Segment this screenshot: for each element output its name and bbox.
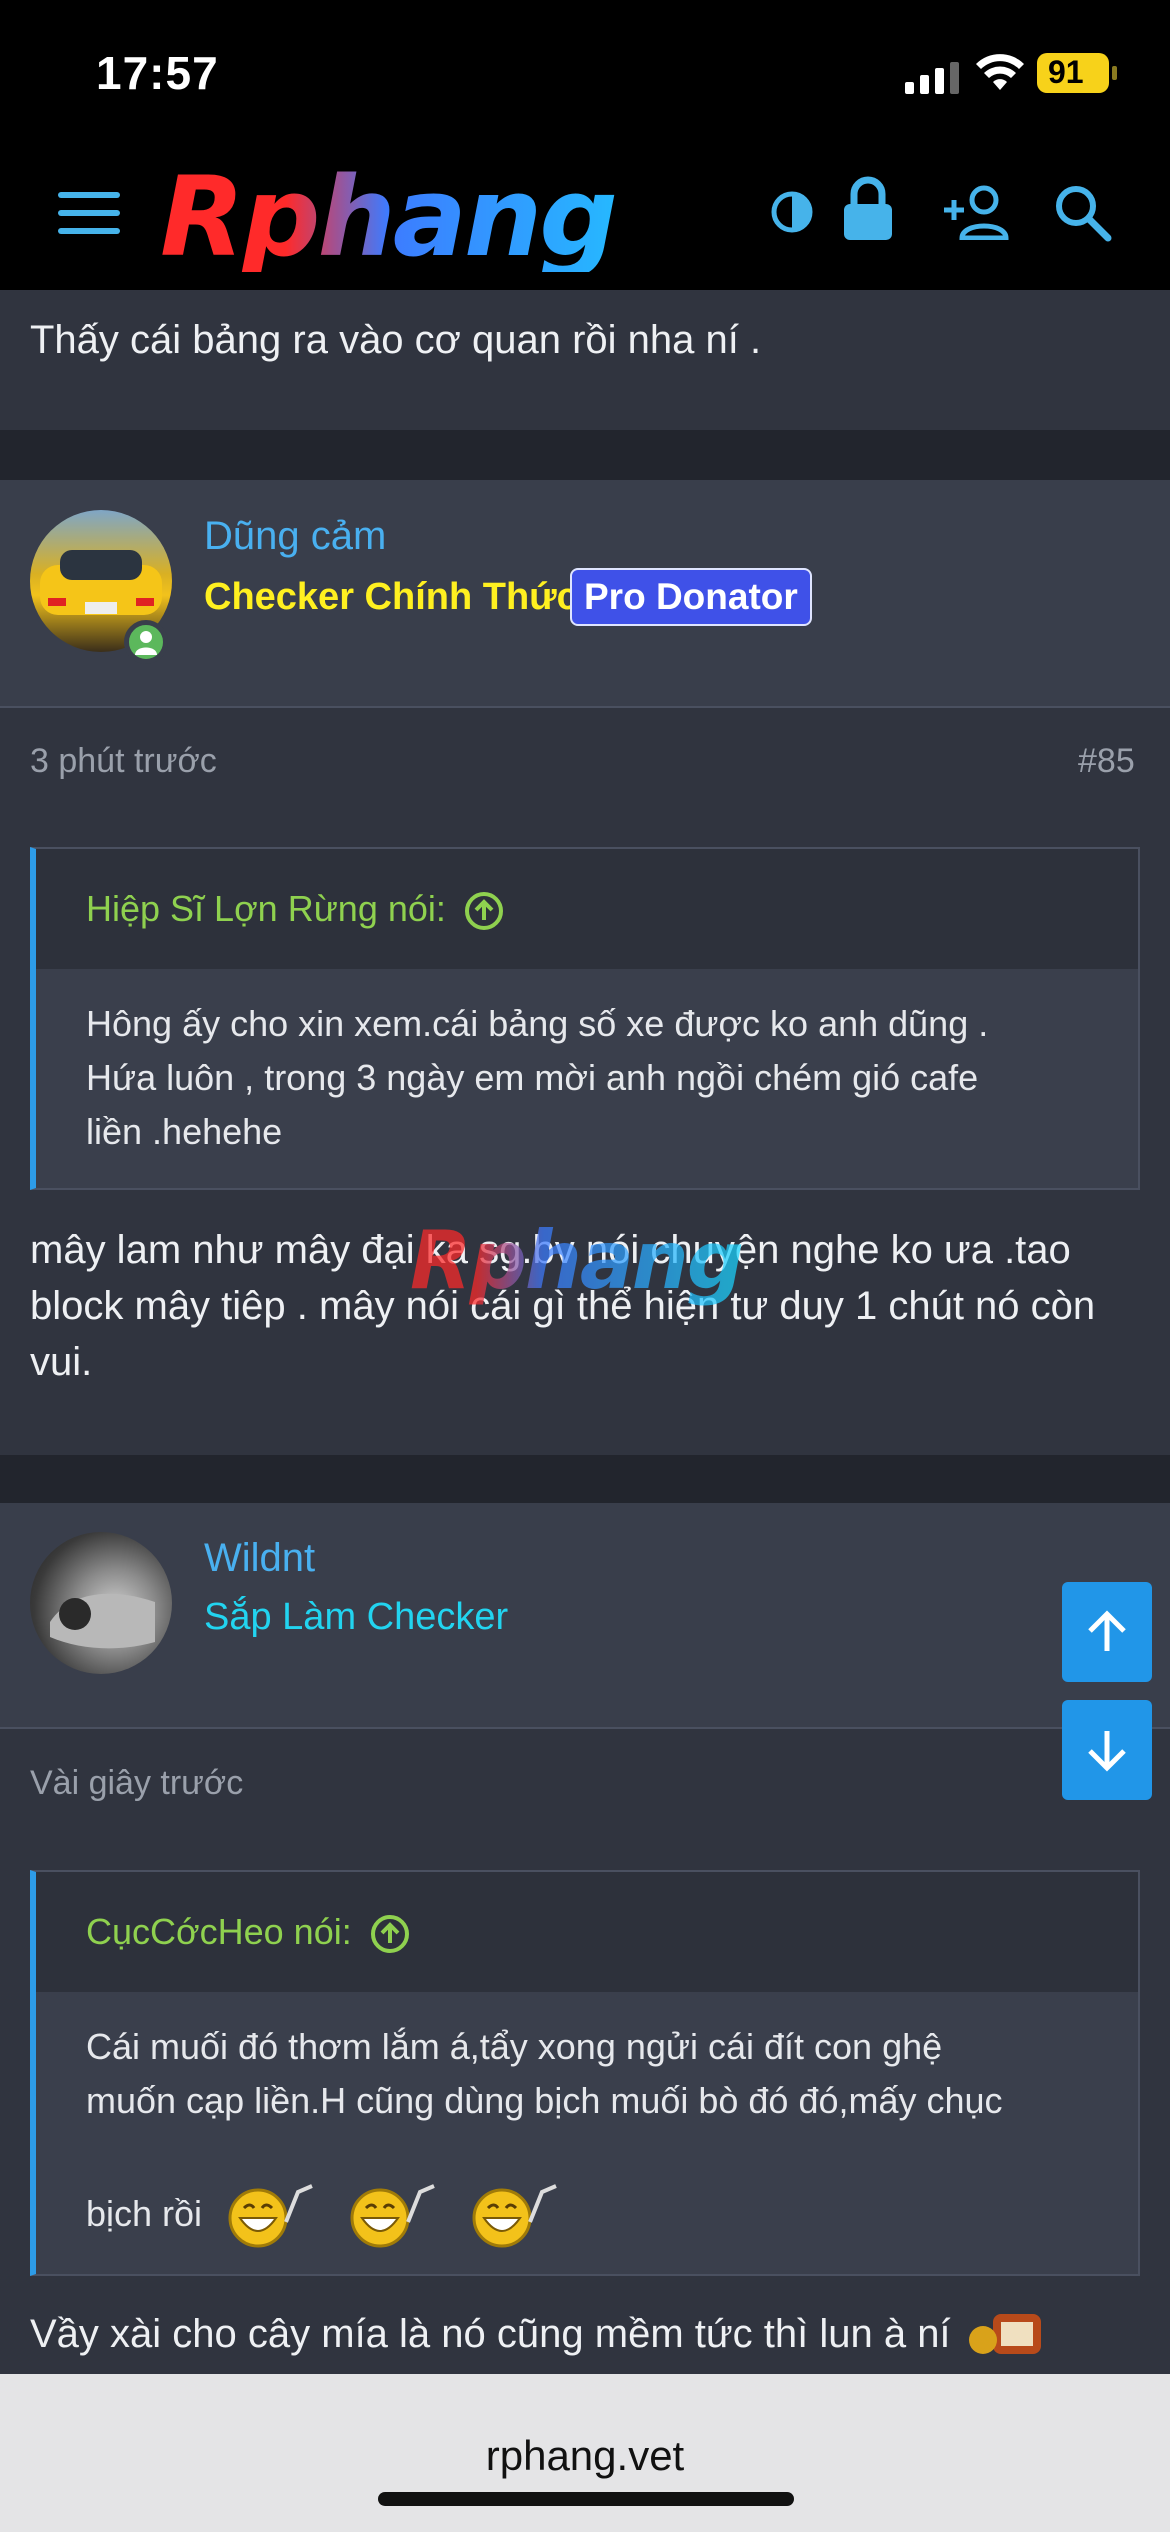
quote-header[interactable]: CụcCớcHeo nói: xyxy=(36,1872,1138,1992)
post-body-line: vui. xyxy=(30,1340,93,1384)
laughing-emoji-icon xyxy=(350,2184,435,2248)
post-user-header xyxy=(0,1503,1170,1729)
quote-line: bịch rồi xyxy=(86,2193,203,2234)
browser-address-bar[interactable]: rphang.vet xyxy=(0,2374,1170,2532)
user-badge: Pro Donator xyxy=(570,568,812,626)
site-header: Rphang xyxy=(0,140,1170,290)
sticker-emoji-icon xyxy=(968,2314,1041,2354)
cellular-signal-icon xyxy=(905,62,959,94)
post-time[interactable]: 3 phút trước xyxy=(30,742,217,781)
menu-button[interactable] xyxy=(58,192,120,238)
quote-block: Hiệp Sĩ Lợn Rừng nói: Hông ấy cho xin xe… xyxy=(30,847,1140,1190)
username[interactable]: Wildnt xyxy=(204,1536,315,1581)
arrow-up-icon xyxy=(1088,1610,1126,1651)
laughing-emoji-icon xyxy=(228,2184,313,2248)
post-body-line: Vầy xài cho cây mía là nó cũng mềm tức t… xyxy=(30,2312,951,2356)
quote-line: Cái muối đó thơm lắm á,tẩy xong ngửi cái… xyxy=(86,2026,943,2067)
post-time[interactable]: Vài giây trước xyxy=(30,1764,243,1803)
user-title: Sắp Làm Checker xyxy=(204,1596,509,1638)
home-indicator[interactable] xyxy=(378,2492,794,2506)
laughing-emoji-icon xyxy=(472,2184,557,2248)
quote-line: liền .hehehe xyxy=(86,1111,283,1152)
battery-level: 91 xyxy=(1048,54,1084,90)
user-title: Checker Chính Thức xyxy=(204,576,578,618)
online-status-icon xyxy=(124,620,168,664)
site-logo-text: Rphang xyxy=(160,162,730,272)
quote-line: Hứa luôn , trong 3 ngày em mời anh ngồi … xyxy=(86,1057,979,1098)
wifi-icon xyxy=(976,54,1024,90)
post-body: Vầy xài cho cây mía là nó cũng mềm tức t… xyxy=(30,2306,1140,2362)
status-time: 17:57 xyxy=(96,47,219,99)
status-bar: 17:57 91 xyxy=(0,0,1170,140)
scroll-to-bottom-button[interactable] xyxy=(1062,1700,1152,1800)
post-separator xyxy=(0,1455,1170,1503)
post-number[interactable]: #85 xyxy=(1078,742,1135,781)
quote-author[interactable]: CụcCớcHeo nói: xyxy=(86,1911,352,1952)
register-user-icon[interactable] xyxy=(942,184,1014,240)
quote-author[interactable]: Hiệp Sĩ Lợn Rừng nói: xyxy=(86,888,446,929)
username[interactable]: Dũng cảm xyxy=(204,514,386,559)
theme-toggle-icon[interactable] xyxy=(770,190,814,234)
quote-line-with-emoji: bịch rồi xyxy=(86,2174,1108,2254)
quote-content: Cái muối đó thơm lắm á,tẩy xong ngửi cái… xyxy=(36,1992,1138,2254)
arrow-down-icon xyxy=(1088,1731,1126,1772)
quote-content: Hông ấy cho xin xem.cái bảng số xe được … xyxy=(36,969,1138,1159)
quote-block: CụcCớcHeo nói: Cái muối đó thơm lắm á,tẩ… xyxy=(30,1870,1140,2276)
post-separator xyxy=(0,430,1170,480)
go-to-quote-icon[interactable] xyxy=(464,891,504,931)
login-lock-icon[interactable] xyxy=(840,176,896,242)
url-text[interactable]: rphang.vet xyxy=(0,2432,1170,2480)
watermark-logo: Rphang xyxy=(410,1214,744,1307)
avatar[interactable] xyxy=(30,1532,172,1674)
quote-line: Hông ấy cho xin xem.cái bảng số xe được … xyxy=(86,1003,989,1044)
quote-header[interactable]: Hiệp Sĩ Lợn Rừng nói: xyxy=(36,849,1138,969)
previous-post-text: Thấy cái bảng ra vào cơ quan rồi nha ní … xyxy=(30,318,762,362)
quote-line: muốn cạp liền.H cũng dùng bịch muối bò đ… xyxy=(86,2080,1003,2121)
scroll-to-top-button[interactable] xyxy=(1062,1582,1152,1682)
go-to-quote-icon[interactable] xyxy=(370,1914,410,1954)
site-logo[interactable]: Rphang xyxy=(160,162,730,272)
avatar-photo-image xyxy=(50,1593,155,1649)
search-icon[interactable] xyxy=(1054,184,1112,242)
